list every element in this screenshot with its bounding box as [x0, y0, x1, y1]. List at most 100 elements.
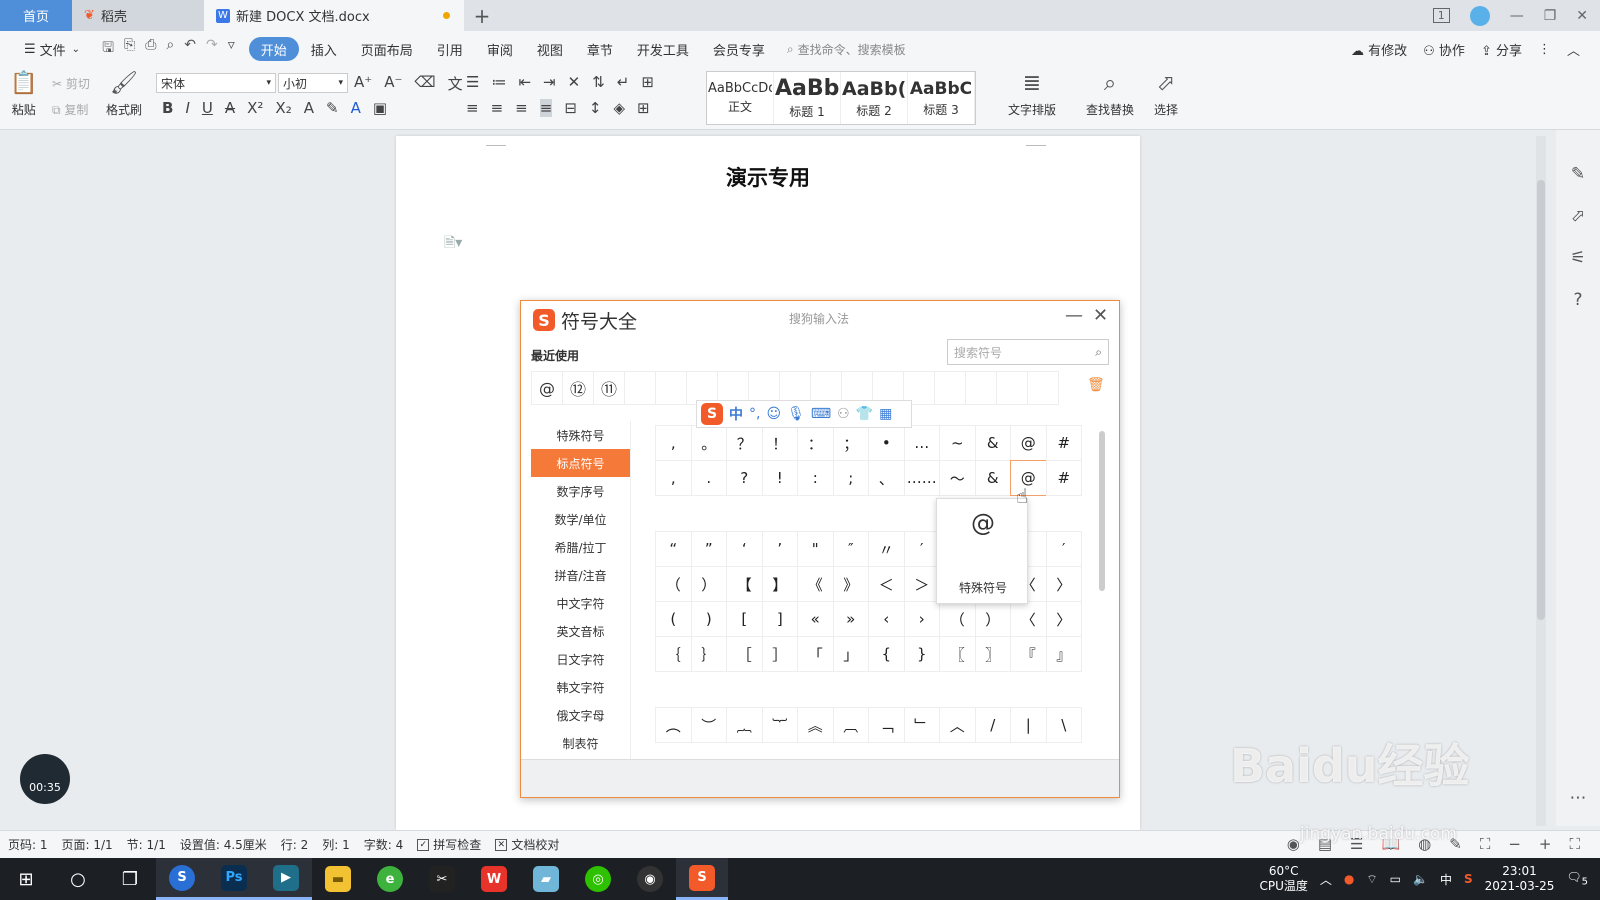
- symbol-cell[interactable]: {: [868, 636, 905, 672]
- taskbar-explorer[interactable]: ▬: [312, 858, 364, 900]
- ime-mode[interactable]: 中: [729, 404, 743, 424]
- align-right-icon[interactable]: ≡: [515, 99, 528, 117]
- symbol-cell[interactable]: ”: [690, 531, 727, 567]
- fullscreen-icon[interactable]: ⛶: [1569, 835, 1580, 853]
- undo-icon[interactable]: ↶: [184, 37, 196, 61]
- sogou-logo-icon[interactable]: S: [701, 403, 723, 425]
- sort-icon[interactable]: ⇅: [592, 73, 605, 91]
- align-center-icon[interactable]: ≡: [491, 99, 504, 117]
- symbol-cell[interactable]: &: [974, 460, 1011, 496]
- document-title[interactable]: 演示专用: [396, 162, 1140, 192]
- menu-review[interactable]: 审阅: [475, 37, 525, 61]
- category-item[interactable]: 特殊符号: [531, 421, 630, 449]
- symbol-cell[interactable]: ︸: [761, 707, 798, 743]
- recent-symbol-cell[interactable]: [624, 371, 656, 405]
- distributed-icon[interactable]: ⊟: [564, 99, 577, 117]
- tab-docer[interactable]: ❦ 稻壳: [72, 0, 204, 31]
- font-size-select[interactable]: 小初 ▾: [278, 73, 348, 93]
- clock[interactable]: 23:01 2021-03-25: [1485, 864, 1555, 894]
- symbol-cell[interactable]: ›: [903, 601, 940, 637]
- symbol-cell[interactable]: ）: [974, 601, 1011, 637]
- pen-icon[interactable]: ✎: [1571, 164, 1585, 184]
- symbol-cell[interactable]: ;: [832, 460, 869, 496]
- symbol-cell[interactable]: »: [832, 601, 869, 637]
- recent-symbol-cell[interactable]: [965, 371, 997, 405]
- category-item[interactable]: 数字序号: [531, 477, 630, 505]
- category-item[interactable]: 标点符号: [531, 449, 630, 477]
- subscript-icon[interactable]: X₂: [275, 99, 291, 117]
- symbol-cell[interactable]: (: [655, 601, 692, 637]
- more-horiz-icon[interactable]: ⋯: [1570, 788, 1587, 808]
- restore-icon[interactable]: ❐: [1544, 8, 1557, 24]
- taskbar-sogou-ime[interactable]: S: [676, 858, 728, 900]
- symbol-cell[interactable]: 〉: [1045, 601, 1082, 637]
- symbol-cell[interactable]: 〗: [974, 636, 1011, 672]
- close-icon[interactable]: ✕: [1576, 8, 1588, 24]
- taskbar-wps[interactable]: W: [468, 858, 520, 900]
- bold-icon[interactable]: B: [162, 99, 173, 117]
- pointer-icon[interactable]: ⬀: [1571, 206, 1585, 226]
- symbol-cell[interactable]: .: [690, 460, 727, 496]
- taskbar-wechat[interactable]: ◎: [572, 858, 624, 900]
- symbol-cell[interactable]: ﹂: [903, 707, 940, 743]
- symbol-cell[interactable]: 【: [726, 566, 763, 602]
- symbol-cell[interactable]: 】: [761, 566, 798, 602]
- avatar[interactable]: [1469, 5, 1490, 26]
- symbol-cell[interactable]: 』: [1045, 636, 1082, 672]
- symbol-cell[interactable]: [: [726, 601, 763, 637]
- window-count-badge[interactable]: 1: [1432, 8, 1450, 23]
- symbol-cell[interactable]: ’: [761, 531, 798, 567]
- more-icon[interactable]: ▿: [228, 37, 235, 61]
- symbol-cell[interactable]: ′: [903, 531, 940, 567]
- symbol-cell[interactable]: ): [690, 601, 727, 637]
- symbol-cell[interactable]: &: [974, 425, 1011, 461]
- zoom-out-icon[interactable]: −: [1508, 835, 1521, 853]
- symbol-cell[interactable]: ；: [832, 425, 869, 461]
- cpu-temp[interactable]: 60°C CPU温度: [1259, 864, 1307, 894]
- cortana-icon[interactable]: ○: [52, 858, 104, 900]
- symbol-cell[interactable]: ｝: [690, 636, 727, 672]
- line-spacing-icon[interactable]: ↕: [589, 99, 602, 117]
- menu-page-layout[interactable]: 页面布局: [349, 37, 425, 61]
- shading-icon[interactable]: ◈: [613, 99, 625, 117]
- recent-symbol-cell[interactable]: [1027, 371, 1059, 405]
- format-painter-button[interactable]: 🖌 格式刷: [106, 71, 142, 118]
- grid-icon[interactable]: ▦: [879, 406, 892, 422]
- menu-references[interactable]: 引用: [425, 37, 475, 61]
- symbol-cell[interactable]: ［: [726, 636, 763, 672]
- recent-symbol-cell[interactable]: [996, 371, 1028, 405]
- collaborate-button[interactable]: ⚇ 协作: [1423, 40, 1465, 59]
- style-normal[interactable]: AaBbCcDd 正文: [707, 72, 774, 124]
- symbol-cell[interactable]: ｛: [655, 636, 692, 672]
- dialog-minimize-icon[interactable]: —: [1065, 305, 1083, 326]
- taskbar-recorder[interactable]: ▶: [260, 858, 312, 900]
- recent-symbol-cell[interactable]: [934, 371, 966, 405]
- symbol-cell[interactable]: 『: [1010, 636, 1047, 672]
- category-item[interactable]: 韩文字符: [531, 673, 630, 701]
- bullets-icon[interactable]: ☰: [466, 73, 479, 91]
- punct-mode[interactable]: °,: [749, 406, 760, 422]
- symbol-cell[interactable]: 》: [832, 566, 869, 602]
- recording-timer[interactable]: 00:35: [20, 754, 70, 804]
- minimize-icon[interactable]: —: [1510, 8, 1524, 24]
- wifi-icon[interactable]: ⌔: [1366, 872, 1377, 887]
- status-item[interactable]: 列: 1: [322, 836, 350, 853]
- phonetic-icon[interactable]: 文: [448, 73, 463, 94]
- highlight-icon[interactable]: ✎: [326, 99, 339, 117]
- text-effect-icon[interactable]: A: [304, 99, 314, 117]
- recent-symbol-cell[interactable]: @: [531, 371, 563, 405]
- taskbar-music[interactable]: ◉: [624, 858, 676, 900]
- taskbar-capcut[interactable]: ✂: [416, 858, 468, 900]
- symbol-cell[interactable]: ︿: [939, 707, 976, 743]
- spell-check-toggle[interactable]: ✓ 拼写检查: [417, 836, 481, 853]
- category-item[interactable]: 希腊/拉丁: [531, 533, 630, 561]
- status-item[interactable]: 行: 2: [281, 836, 309, 853]
- ime-indicator[interactable]: 中: [1440, 871, 1452, 888]
- status-item[interactable]: 页面: 1/1: [62, 836, 113, 853]
- new-tab-button[interactable]: +: [464, 0, 500, 31]
- symbol-cell[interactable]: ！: [761, 425, 798, 461]
- symbol-cell[interactable]: !: [761, 460, 798, 496]
- symbol-cell[interactable]: ……: [903, 460, 940, 496]
- proofread-toggle[interactable]: ✕ 文档校对: [495, 836, 559, 853]
- symbol-cell[interactable]: ］: [761, 636, 798, 672]
